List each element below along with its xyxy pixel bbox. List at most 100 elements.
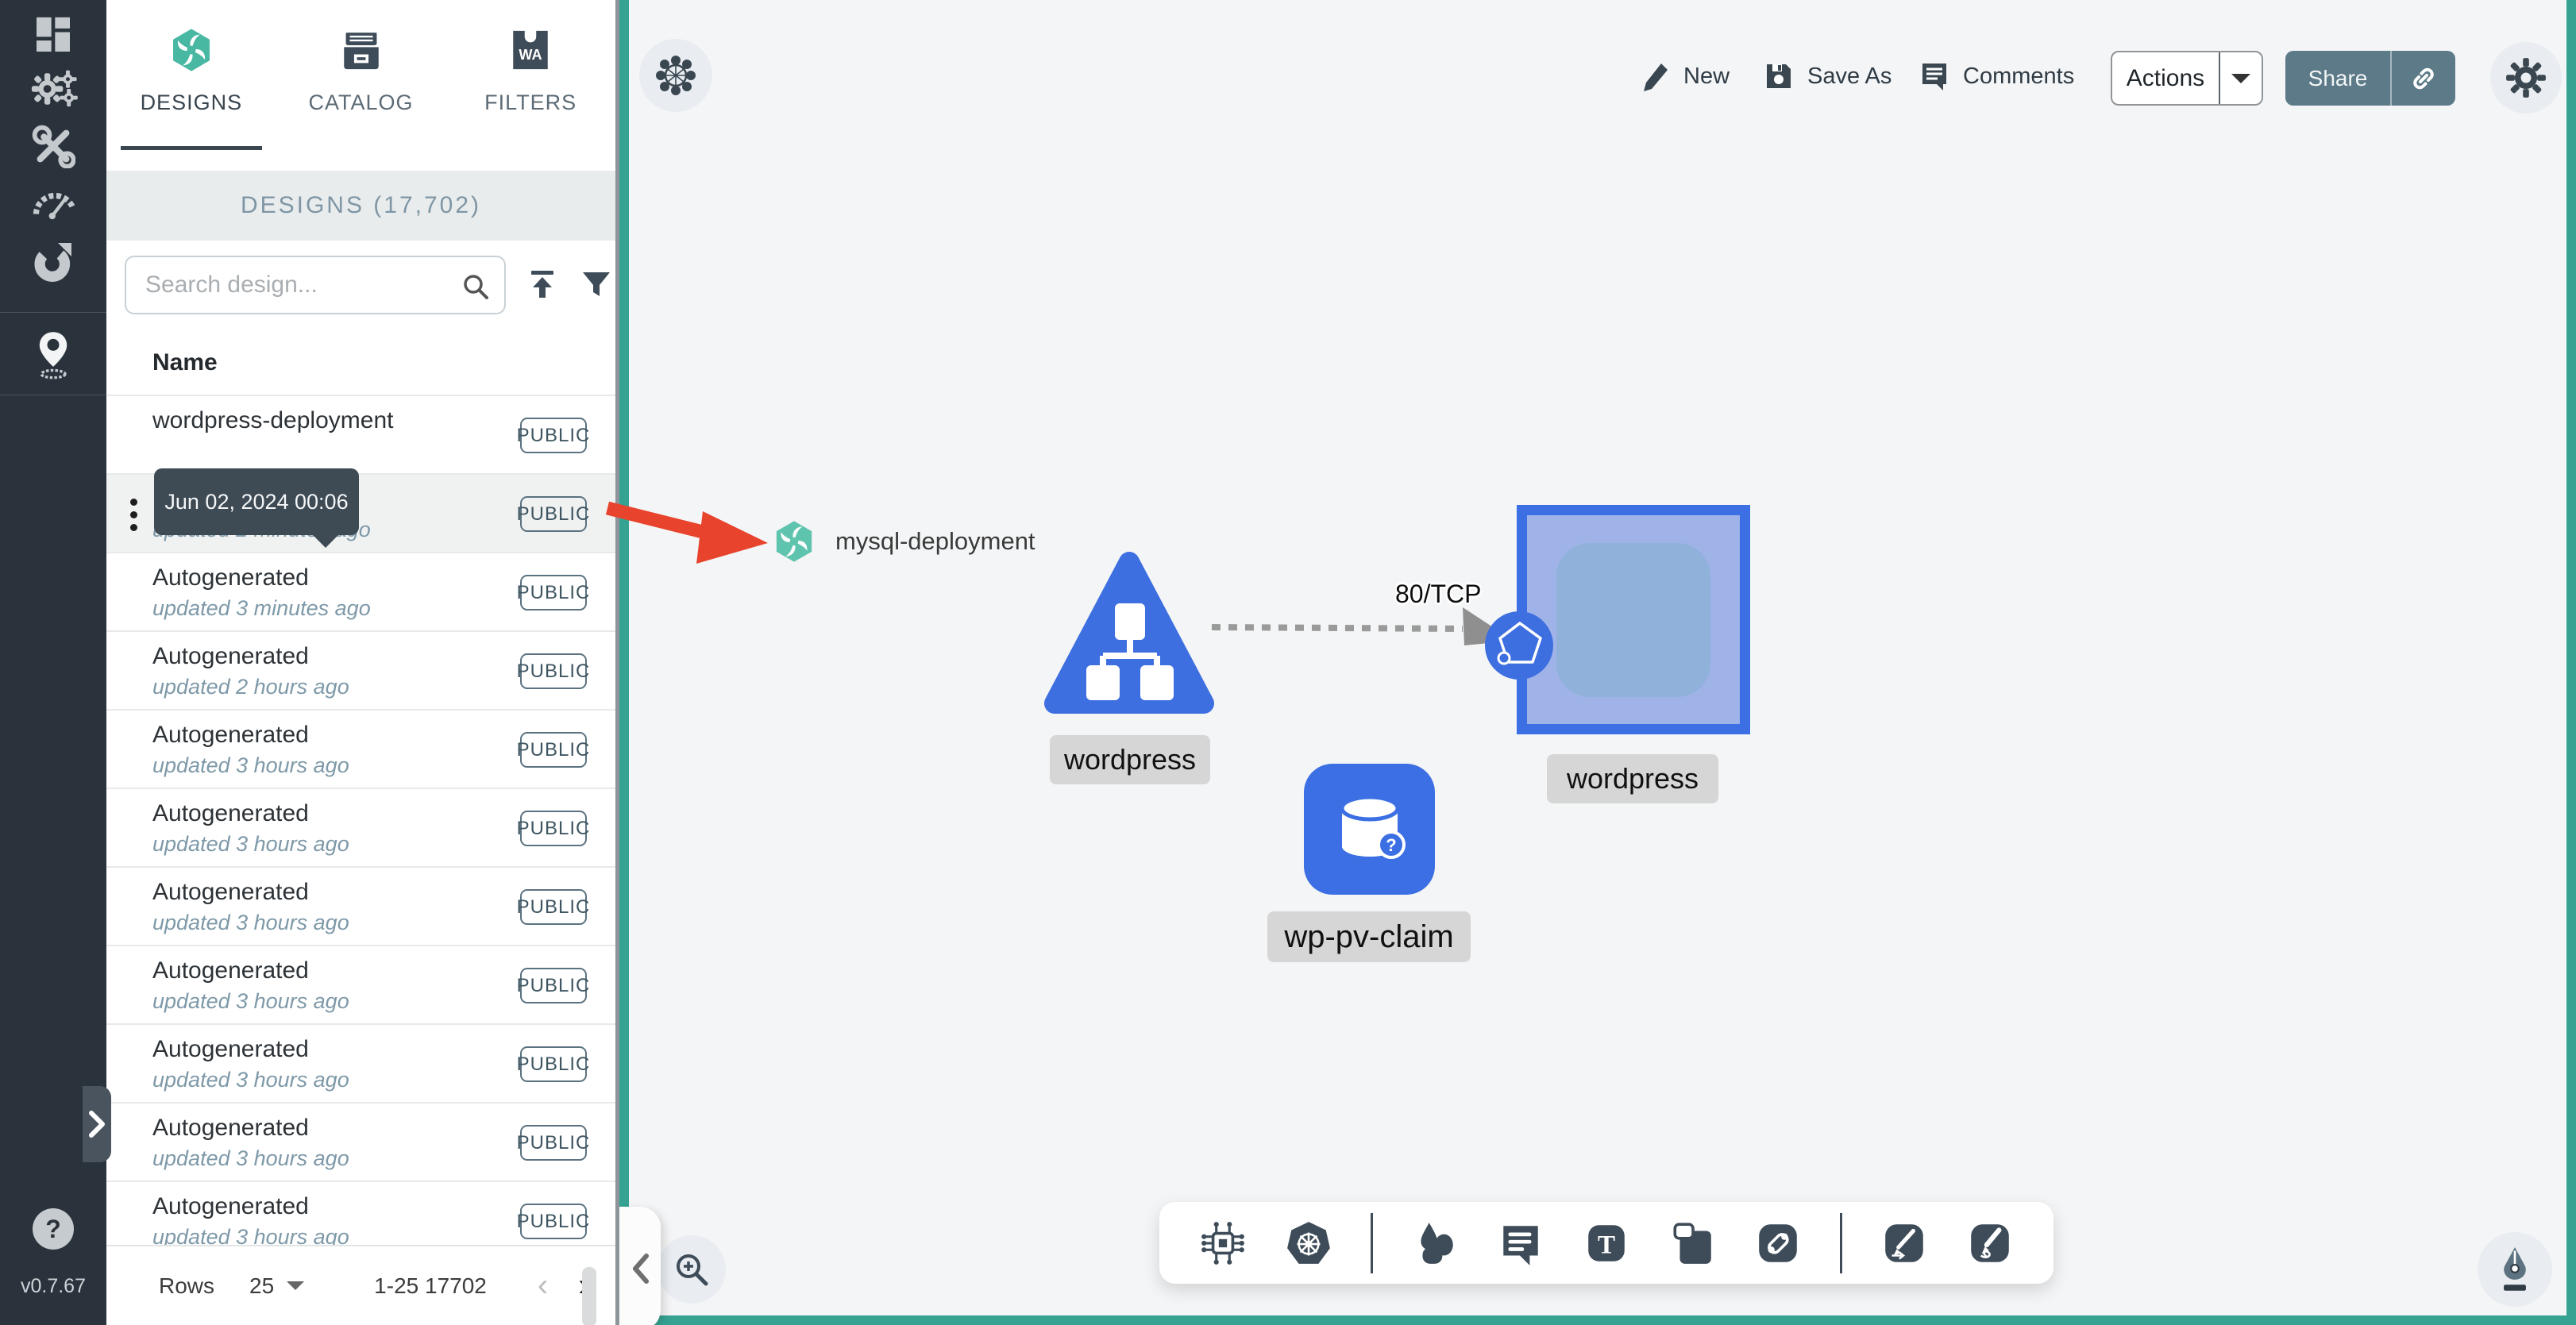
design-name: Autogenerated xyxy=(152,800,309,826)
design-row[interactable]: Autogenerated updated 3 hours ago PUBLIC xyxy=(106,866,615,945)
visibility-badge: PUBLIC xyxy=(517,653,589,689)
service-port-icon[interactable] xyxy=(1483,610,1555,681)
design-canvas[interactable]: New Save As Comments Actions Share mysql… xyxy=(619,0,2576,1325)
pen-tool-icon[interactable] xyxy=(1880,1219,1928,1267)
kanvas-app: ? v0.7.67 DESIGNS CATALOG WA FILTERS DES… xyxy=(0,0,2576,1325)
volume-claim-icon: ? xyxy=(1340,795,1406,859)
kubernetes-icon[interactable] xyxy=(1285,1219,1332,1267)
search-input[interactable] xyxy=(145,257,455,313)
design-updated: updated 3 hours ago xyxy=(152,911,349,934)
edge-port-label: 80/TCP xyxy=(1395,580,1482,608)
design-name: Autogenerated xyxy=(152,643,309,669)
gear-icon xyxy=(2506,58,2546,98)
visibility-badge: PUBLIC xyxy=(517,732,589,768)
pen-nib-icon xyxy=(2504,1247,2526,1291)
scrollbar-thumb[interactable] xyxy=(582,1267,596,1325)
node-wordpress-deployment[interactable] xyxy=(1042,548,1217,722)
service-label: wordpress xyxy=(1547,754,1718,803)
design-name: wordpress-deployment xyxy=(152,407,394,433)
shapes-icon[interactable] xyxy=(1411,1219,1459,1267)
design-updated: updated 3 hours ago xyxy=(152,989,349,1013)
design-row[interactable]: Autogenerated updated 3 minutes ago PUBL… xyxy=(106,552,615,630)
media-icon[interactable] xyxy=(1668,1219,1716,1267)
settings-button[interactable] xyxy=(2490,42,2562,114)
filter-funnel-icon[interactable] xyxy=(579,268,614,302)
actions-button[interactable]: Actions xyxy=(2111,51,2263,106)
dock-divider xyxy=(1840,1212,1842,1273)
tab-designs[interactable]: DESIGNS xyxy=(106,0,276,171)
visibility-badge: PUBLIC xyxy=(517,1046,589,1082)
design-row[interactable]: Autogenerated updated 3 hours ago PUBLIC xyxy=(106,1102,615,1181)
help-button[interactable]: ? xyxy=(33,1208,74,1250)
svg-text:?: ? xyxy=(1386,835,1396,855)
actions-label: Actions xyxy=(2126,64,2205,91)
design-row[interactable]: wordpress-deployment PUBLIC xyxy=(106,395,615,473)
row-menu-kebab-icon[interactable] xyxy=(129,499,138,531)
toolkit-icon[interactable] xyxy=(0,124,106,168)
panel-collapse-handle[interactable] xyxy=(619,1207,661,1325)
save-icon xyxy=(1763,60,1795,92)
comments-button[interactable]: Comments xyxy=(1919,60,2074,92)
design-row[interactable]: Autogenerated updated 3 hours ago PUBLIC xyxy=(106,1023,615,1102)
page-size-value: 25 xyxy=(249,1273,275,1298)
node-wp-pv-claim[interactable]: ? xyxy=(1304,764,1435,895)
dock-divider xyxy=(1371,1212,1373,1273)
actions-dropdown[interactable] xyxy=(2219,52,2262,104)
search-row xyxy=(106,241,615,329)
design-updated: updated 3 minutes ago xyxy=(152,596,371,620)
meshmap-pin-icon[interactable] xyxy=(0,330,106,379)
freehand-pencil-icon[interactable] xyxy=(1966,1219,2014,1267)
design-name: Autogenerated xyxy=(152,1036,309,1062)
save-as-label: Save As xyxy=(1807,63,1892,89)
components-icon[interactable] xyxy=(1199,1219,1247,1267)
design-name: Autogenerated xyxy=(152,957,309,984)
svg-text:T: T xyxy=(1598,1231,1615,1259)
link-siblings-icon[interactable] xyxy=(1754,1219,1802,1267)
panel-expand-handle[interactable] xyxy=(83,1086,111,1162)
zoom-in-icon xyxy=(677,1254,708,1286)
mesh-cluster-button[interactable] xyxy=(639,39,712,112)
meshery-logo-icon xyxy=(772,519,816,564)
new-label: New xyxy=(1683,63,1730,89)
tab-catalog[interactable]: CATALOG xyxy=(276,0,446,171)
dashboard-icon[interactable] xyxy=(0,13,106,57)
upload-design-icon[interactable] xyxy=(525,268,560,302)
design-row[interactable]: Autogenerated updated 2 hours ago PUBLIC xyxy=(106,630,615,709)
visibility-badge: PUBLIC xyxy=(517,968,589,1003)
search-icon[interactable] xyxy=(460,271,492,302)
new-button[interactable]: New xyxy=(1639,60,1730,92)
pencil-icon xyxy=(1639,60,1671,92)
lifecycle-gears-icon[interactable] xyxy=(0,65,106,113)
text-icon[interactable]: T xyxy=(1583,1219,1630,1267)
design-name: Autogenerated xyxy=(152,1193,309,1219)
catalog-archive-icon xyxy=(338,27,384,73)
design-row[interactable]: Autogenerated updated 3 hours ago PUBLIC xyxy=(106,1181,615,1245)
design-row[interactable]: Autogenerated updated 3 hours ago PUBLIC xyxy=(106,945,615,1023)
tab-filters-label: FILTERS xyxy=(484,91,577,114)
tab-filters[interactable]: WA FILTERS xyxy=(445,0,615,171)
copy-link-button[interactable] xyxy=(2390,51,2455,106)
chevron-down-icon xyxy=(2231,73,2250,83)
zoom-in-button[interactable] xyxy=(657,1235,726,1304)
design-row[interactable]: Autogenerated updated 3 hours ago PUBLIC xyxy=(106,709,615,788)
prev-page-button[interactable]: ‹ xyxy=(538,1268,548,1304)
design-name: Autogenerated xyxy=(152,722,309,748)
kanvas-donut-icon[interactable] xyxy=(0,238,106,284)
pagination-footer: Rows 25 1-25 17702 ‹ › xyxy=(106,1245,615,1325)
mysql-node-label: mysql-deployment xyxy=(835,527,1035,555)
share-button[interactable]: Share xyxy=(2285,51,2455,106)
panel-tabs: DESIGNS CATALOG WA FILTERS xyxy=(106,0,615,171)
updated-tooltip: Jun 02, 2024 00:06 xyxy=(154,468,359,548)
tab-catalog-label: CATALOG xyxy=(308,91,414,114)
node-mysql-deployment[interactable]: mysql-deployment xyxy=(772,519,1035,564)
app-version: v0.7.67 xyxy=(20,1275,86,1297)
save-as-button[interactable]: Save As xyxy=(1763,60,1892,92)
visibility-badge: PUBLIC xyxy=(517,811,589,846)
design-updated: updated 3 hours ago xyxy=(152,1146,349,1170)
design-mode-button[interactable] xyxy=(2478,1232,2552,1307)
performance-gauge-icon[interactable] xyxy=(0,181,106,222)
page-size-select[interactable]: 25 xyxy=(249,1273,305,1299)
design-row[interactable]: Autogenerated updated 3 hours ago PUBLIC xyxy=(106,788,615,866)
design-updated: updated 2 hours ago xyxy=(152,675,349,699)
comment-icon[interactable] xyxy=(1497,1219,1544,1267)
